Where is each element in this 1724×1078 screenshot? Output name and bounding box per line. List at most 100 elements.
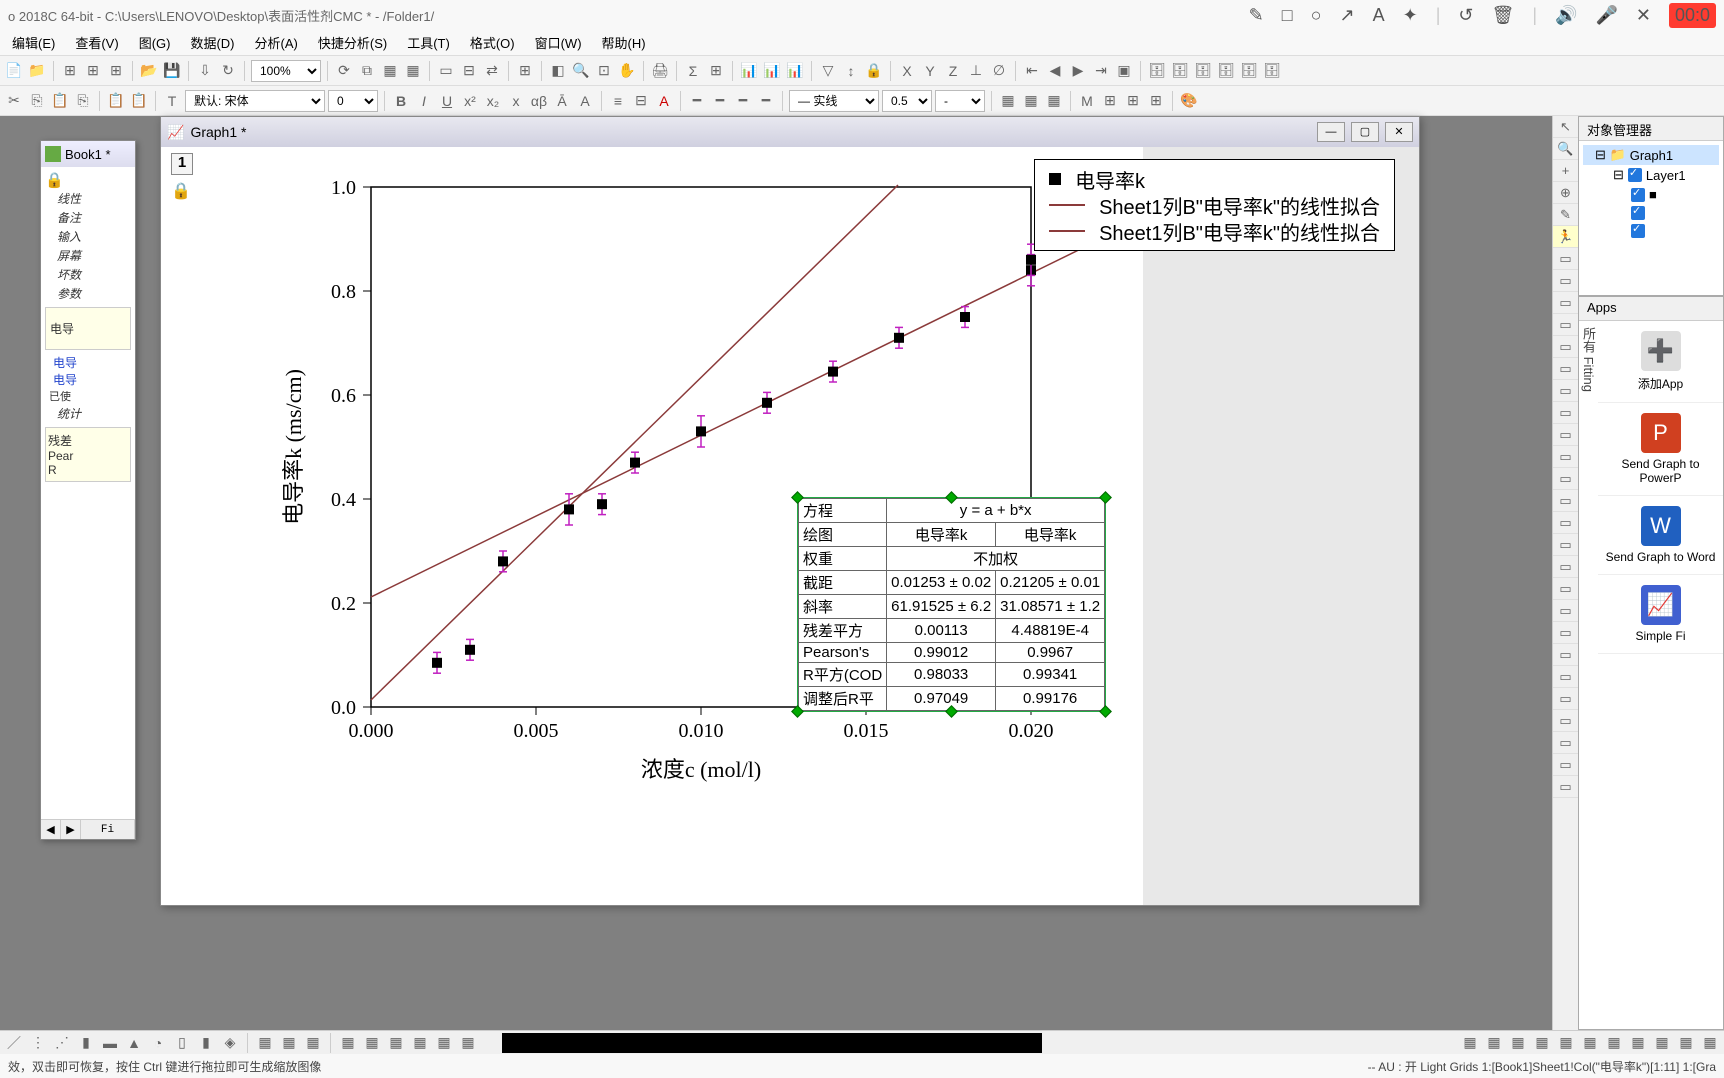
- sound-icon[interactable]: 🔊: [1555, 5, 1577, 26]
- col-icon[interactable]: ⊞: [515, 61, 535, 81]
- layer-icon[interactable]: ▭: [436, 61, 456, 81]
- s11-icon[interactable]: ▦: [1700, 1033, 1720, 1053]
- filter-icon[interactable]: ▽: [818, 61, 838, 81]
- square-icon[interactable]: □: [1282, 5, 1293, 26]
- scroll-right-icon[interactable]: ▶: [61, 820, 81, 839]
- tree-link[interactable]: 电导: [45, 354, 131, 371]
- t17-icon[interactable]: ▭: [1553, 600, 1578, 622]
- sub-icon[interactable]: x₂: [483, 91, 503, 111]
- text-tool-icon[interactable]: T: [162, 91, 182, 111]
- t14-icon[interactable]: ▭: [1553, 534, 1578, 556]
- tree-box[interactable]: 电导: [45, 307, 131, 350]
- db5-icon[interactable]: 🗄: [1239, 61, 1259, 81]
- chart3-icon[interactable]: 📊: [785, 61, 805, 81]
- apps-side-label[interactable]: 所有 Fitting: [1579, 321, 1598, 654]
- app-fit[interactable]: 📈Simple Fi: [1598, 575, 1723, 654]
- axis-icon[interactable]: ⊟: [459, 61, 479, 81]
- line4-icon[interactable]: ━: [756, 91, 776, 111]
- tree-item[interactable]: 输入: [45, 227, 131, 246]
- obj-plot[interactable]: ■: [1583, 185, 1719, 204]
- z-icon[interactable]: Z: [943, 61, 963, 81]
- t7-icon[interactable]: ▭: [1553, 380, 1578, 402]
- new-folder-icon[interactable]: 📁: [27, 61, 47, 81]
- import-icon[interactable]: ⇩: [195, 61, 215, 81]
- paste2-icon[interactable]: 📋: [106, 91, 126, 111]
- obj4-icon[interactable]: ⊞: [1146, 91, 1166, 111]
- reimport-icon[interactable]: ↻: [218, 61, 238, 81]
- pie-icon[interactable]: ◔: [148, 1033, 168, 1053]
- tree-item[interactable]: 备注: [45, 208, 131, 227]
- chart2-icon[interactable]: 📊: [762, 61, 782, 81]
- palette-icon[interactable]: 🎨: [1179, 91, 1199, 111]
- save-icon[interactable]: 💾: [162, 61, 182, 81]
- err-icon[interactable]: ⊥: [966, 61, 986, 81]
- t3-icon[interactable]: ▦: [303, 1033, 323, 1053]
- none-icon[interactable]: ∅: [989, 61, 1009, 81]
- sel-icon[interactable]: ▣: [1114, 61, 1134, 81]
- close-icon[interactable]: ✕: [1636, 5, 1651, 26]
- s4-icon[interactable]: ▦: [1532, 1033, 1552, 1053]
- close-button[interactable]: ✕: [1385, 122, 1413, 142]
- tree-link[interactable]: 电导: [45, 371, 131, 388]
- sheet-tab[interactable]: Fi: [81, 820, 135, 839]
- maximize-button[interactable]: ▢: [1351, 122, 1379, 142]
- menu-format[interactable]: 格式(O): [460, 33, 525, 52]
- linescatter-icon[interactable]: ⋰: [52, 1033, 72, 1053]
- first-icon[interactable]: ⇤: [1022, 61, 1042, 81]
- text-icon[interactable]: A: [1373, 5, 1385, 26]
- mask5-icon[interactable]: ▦: [434, 1033, 454, 1053]
- open-icon[interactable]: 📂: [139, 61, 159, 81]
- zoom-in-icon[interactable]: 🔍: [571, 61, 591, 81]
- line1-icon[interactable]: ━: [687, 91, 707, 111]
- stats-icon[interactable]: Σ: [683, 61, 703, 81]
- s9-icon[interactable]: ▦: [1652, 1033, 1672, 1053]
- record-badge[interactable]: 00:0: [1669, 3, 1716, 28]
- arrow-icon[interactable]: ↗: [1339, 5, 1354, 26]
- s8-icon[interactable]: ▦: [1628, 1033, 1648, 1053]
- bigA-icon[interactable]: Ā: [552, 91, 572, 111]
- t20-icon[interactable]: ▭: [1553, 666, 1578, 688]
- new-excel-icon[interactable]: ⊞: [83, 61, 103, 81]
- t3-icon[interactable]: ▭: [1553, 292, 1578, 314]
- copy-icon[interactable]: ⎘: [27, 91, 47, 111]
- hist-icon[interactable]: ▮: [196, 1033, 216, 1053]
- menu-edit[interactable]: 编辑(E): [2, 33, 65, 52]
- undo-icon[interactable]: ↺: [1458, 5, 1473, 26]
- paste3-icon[interactable]: 📋: [129, 91, 149, 111]
- scroll-left-icon[interactable]: ◀: [41, 820, 61, 839]
- print-icon[interactable]: 🖨: [650, 61, 670, 81]
- mic-off-icon[interactable]: 🎤: [1595, 5, 1617, 26]
- fill2-icon[interactable]: ▦: [1021, 91, 1041, 111]
- column-plot-icon[interactable]: ▮: [76, 1033, 96, 1053]
- app-ppt[interactable]: PSend Graph to PowerP: [1598, 403, 1723, 496]
- db2-icon[interactable]: 🗄: [1170, 61, 1190, 81]
- y-icon[interactable]: Y: [920, 61, 940, 81]
- zoom-combo[interactable]: 100%: [251, 60, 321, 82]
- t16-icon[interactable]: ▭: [1553, 578, 1578, 600]
- obj2-icon[interactable]: ⊞: [1100, 91, 1120, 111]
- lock-icon[interactable]: 🔒: [171, 181, 191, 201]
- layout2-icon[interactable]: ▦: [403, 61, 423, 81]
- annotation-icon[interactable]: ✎: [1553, 204, 1578, 226]
- t2-icon[interactable]: ▦: [279, 1033, 299, 1053]
- t15-icon[interactable]: ▭: [1553, 556, 1578, 578]
- s6-icon[interactable]: ▦: [1580, 1033, 1600, 1053]
- tree-item[interactable]: 屏幕: [45, 246, 131, 265]
- tree-item[interactable]: 统计: [45, 404, 131, 423]
- scatter-plot-icon[interactable]: ⋮: [28, 1033, 48, 1053]
- copy2-icon[interactable]: ⎘: [73, 91, 93, 111]
- obj1-icon[interactable]: M: [1077, 91, 1097, 111]
- align-v-icon[interactable]: ⊟: [631, 91, 651, 111]
- zoom-tool-icon[interactable]: 🔍: [1553, 138, 1578, 160]
- exchange-icon[interactable]: ⇄: [482, 61, 502, 81]
- obj3-icon[interactable]: ⊞: [1123, 91, 1143, 111]
- lock-icon[interactable]: 🔒: [864, 61, 884, 81]
- minimize-button[interactable]: —: [1317, 122, 1345, 142]
- menu-tools[interactable]: 工具(T): [397, 33, 460, 52]
- fontsize-combo[interactable]: 0: [328, 90, 378, 112]
- supsub-icon[interactable]: x: [506, 91, 526, 111]
- menu-data[interactable]: 数据(D): [180, 33, 244, 52]
- obj-graph[interactable]: ⊟ 📁 Graph1: [1583, 145, 1719, 165]
- t8-icon[interactable]: ▭: [1553, 402, 1578, 424]
- obj-plot[interactable]: [1583, 222, 1719, 240]
